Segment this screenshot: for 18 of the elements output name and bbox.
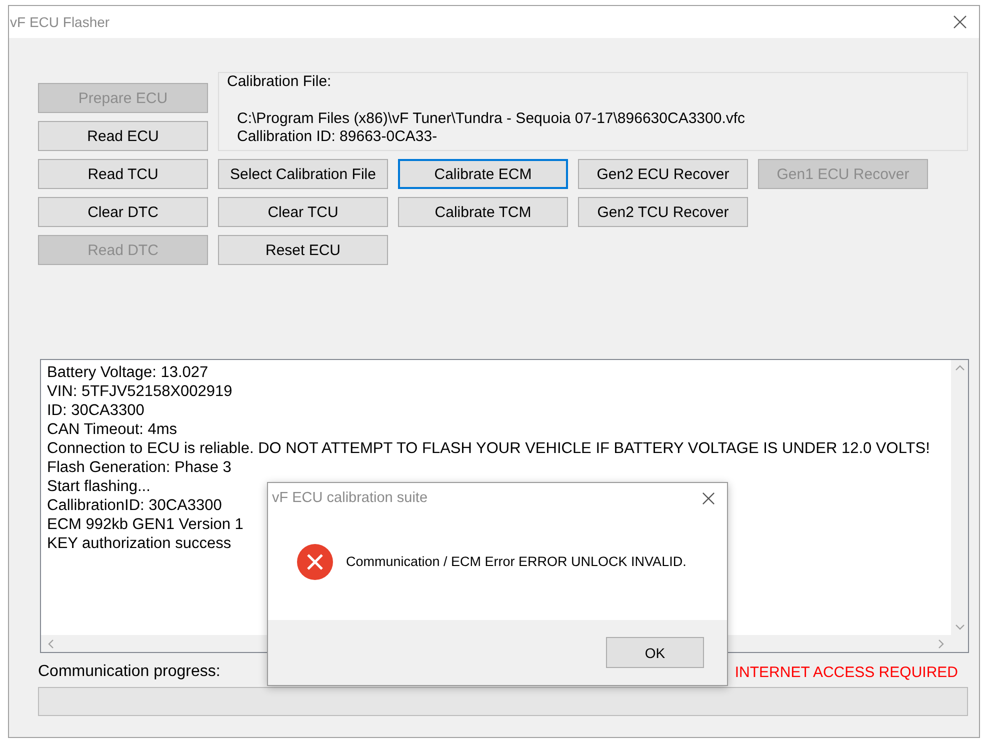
log-line: Flash Generation: Phase 3 [47, 458, 232, 477]
log-line: ECM 992kb GEN1 Version 1 [47, 515, 244, 534]
log-line: Connection to ECU is reliable. DO NOT ATTEMPT TO FLASH YOUR VEHICLE IF BATTERY VOLTAGE IS UNDER 12.0 VOLTS! [47, 439, 930, 458]
internet-notice: INTERNET ACCESS REQUIRED [734, 664, 958, 680]
log-line: Battery Voltage: 13.027 [47, 363, 208, 382]
log-line: KEY authorization success [47, 534, 232, 553]
log-line: CallibrationID: 30CA3300 [47, 496, 222, 515]
calibration-id: Callibration ID: 89663-0CA33- [236, 128, 438, 146]
dialog-title: vF ECU calibration suite [272, 490, 428, 506]
calibration-path: C:\Program Files (x86)\vF Tuner\Tundra - Sequoia 07-17\896630CA3300.vfc [236, 110, 746, 128]
group-label: Calibration File: [227, 73, 332, 90]
dialog-message: Communication / ECM Error ERROR UNLOCK INVALID. [346, 554, 686, 569]
log-line: CAN Timeout: 4ms [47, 420, 178, 439]
progress-label: Communication progress: [38, 663, 220, 681]
log-line: Start flashing... [47, 477, 150, 496]
log-line: VIN: 5TFJV52158X002919 [47, 382, 232, 401]
window-title: vF ECU Flasher [9, 14, 110, 30]
log-line: ID: 30CA3300 [47, 401, 144, 420]
